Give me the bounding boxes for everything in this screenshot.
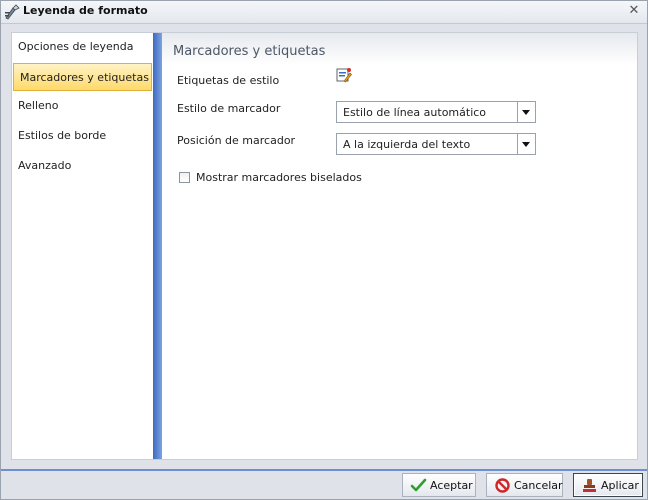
cancel-button[interactable]: Cancelar	[486, 473, 563, 497]
style-labels-icon[interactable]	[336, 67, 352, 83]
stamp-icon	[583, 479, 596, 492]
marker-position-value: A la izquierda del texto	[343, 138, 471, 151]
sidebar-item-advanced[interactable]: Avanzado	[12, 152, 152, 180]
format-legend-icon	[5, 4, 20, 20]
chevron-down-icon[interactable]	[517, 102, 535, 122]
apply-button[interactable]: Aplicar	[573, 473, 643, 497]
checkmark-icon	[410, 478, 427, 492]
sidebar: Opciones de leyenda Marcadores y etiquet…	[12, 33, 153, 459]
apply-button-label: Aplicar	[601, 479, 639, 492]
sidebar-item-label: Avanzado	[18, 159, 72, 172]
ok-button-label: Aceptar	[430, 479, 473, 492]
close-icon[interactable]: ✕	[627, 4, 641, 18]
sidebar-divider	[153, 33, 162, 459]
cancel-button-label: Cancelar	[514, 479, 563, 492]
label-style-label: Etiquetas de estilo	[177, 74, 280, 87]
marker-position-label: Posición de marcador	[177, 134, 296, 147]
marker-style-value: Estilo de línea automático	[343, 106, 487, 119]
dialog-footer: Aceptar Cancelar Aplicar	[1, 471, 647, 499]
panel-header: Marcadores y etiquetas	[162, 33, 637, 65]
beveled-markers-label[interactable]: Mostrar marcadores biselados	[196, 171, 362, 184]
dialog-content: Opciones de leyenda Marcadores y etiquet…	[11, 32, 638, 460]
marker-position-select[interactable]: A la izquierda del texto	[336, 133, 536, 155]
sidebar-item-markers-labels[interactable]: Marcadores y etiquetas	[13, 63, 152, 91]
beveled-markers-checkbox[interactable]	[179, 172, 190, 183]
sidebar-item-label: Relleno	[18, 99, 59, 112]
chevron-down-icon[interactable]	[517, 134, 535, 154]
sidebar-item-label: Marcadores y etiquetas	[20, 71, 149, 84]
sidebar-item-fill[interactable]: Relleno	[12, 92, 152, 120]
cancel-icon	[495, 478, 510, 493]
marker-style-label: Estilo de marcador	[177, 102, 281, 115]
sidebar-item-border-styles[interactable]: Estilos de borde	[12, 122, 152, 150]
sidebar-item-legend-options[interactable]: Opciones de leyenda	[12, 33, 152, 61]
marker-style-select[interactable]: Estilo de línea automático	[336, 101, 536, 123]
format-legend-dialog: Leyenda de formato ✕ Opciones de leyenda…	[0, 0, 648, 500]
title-bar[interactable]: Leyenda de formato ✕	[1, 1, 647, 24]
sidebar-item-label: Estilos de borde	[18, 129, 107, 142]
dialog-title: Leyenda de formato	[23, 4, 148, 17]
ok-button[interactable]: Aceptar	[402, 473, 476, 497]
panel-title: Marcadores y etiquetas	[173, 44, 326, 59]
settings-panel: Marcadores y etiquetas Etiquetas de esti…	[162, 33, 637, 459]
sidebar-item-label: Opciones de leyenda	[18, 40, 134, 53]
